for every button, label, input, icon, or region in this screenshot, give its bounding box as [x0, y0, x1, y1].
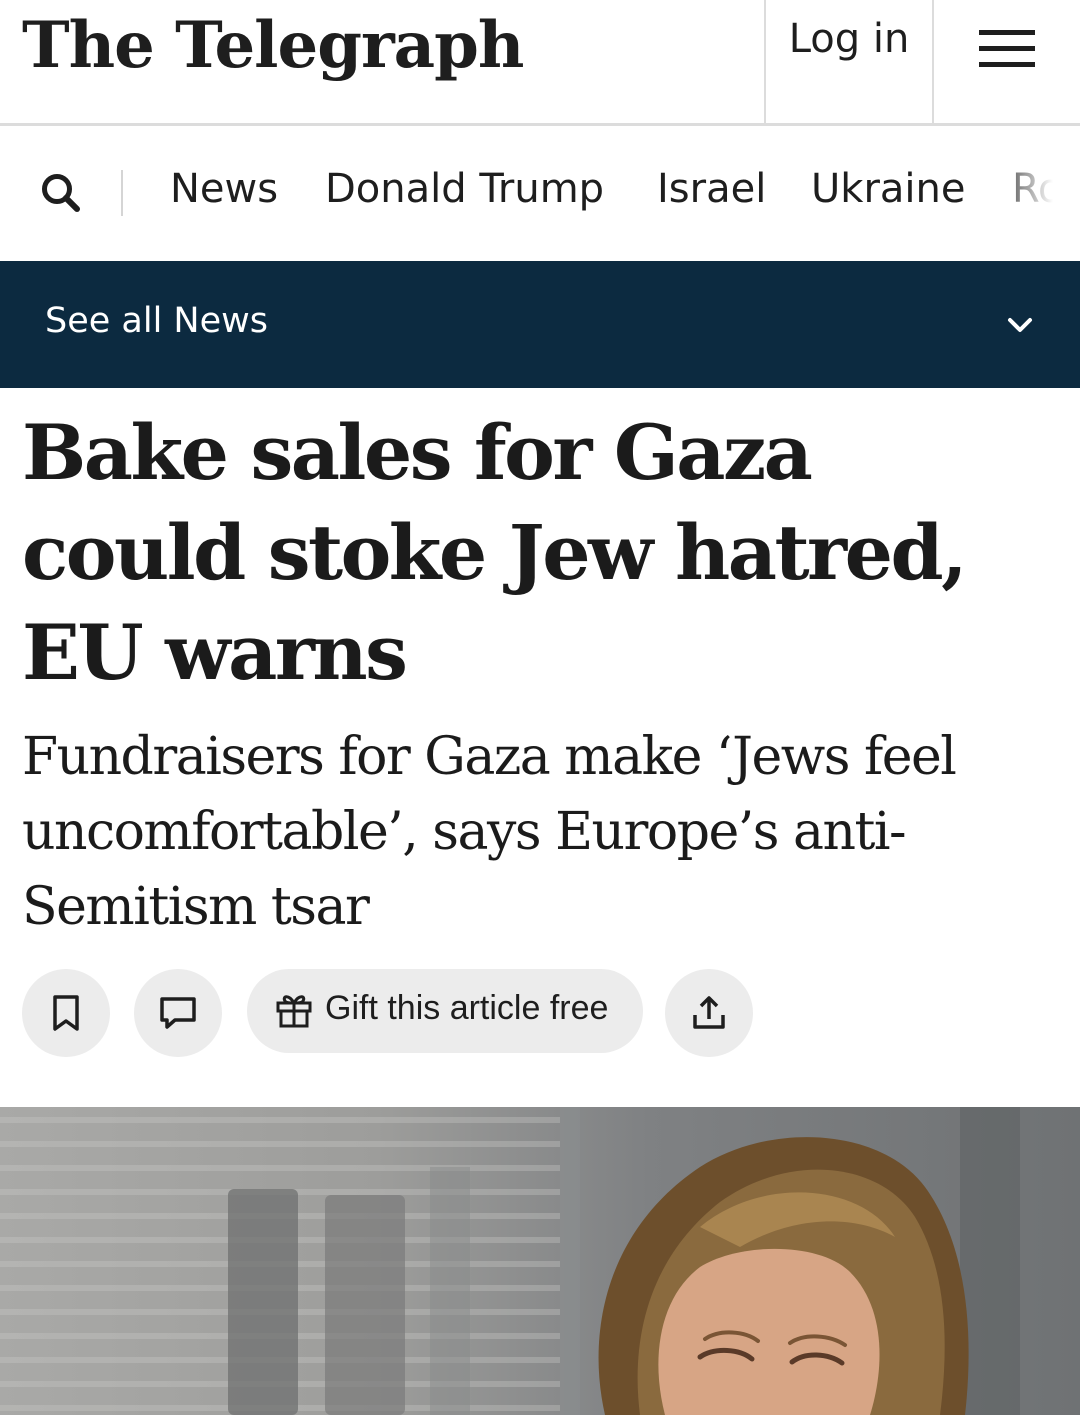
article-standfirst: Fundraisers for Gaza make ‘Jews feel unc… — [22, 727, 957, 937]
masthead: The Telegraph Log in — [0, 0, 1080, 126]
login-button[interactable]: Log in — [766, 16, 932, 62]
nav-item-ukraine[interactable]: Ukraine — [811, 166, 965, 212]
nav-item-overflow[interactable]: Ro — [1012, 166, 1062, 212]
article-photo — [0, 1107, 1080, 1415]
bookmark-icon — [53, 995, 79, 1031]
comment-button[interactable] — [134, 969, 222, 1057]
menu-bar-top — [979, 30, 1035, 35]
article-photo-illustration — [0, 1107, 1020, 1415]
article-headline: Bake sales for Gaza could stoke Jew hatr… — [22, 408, 968, 697]
section-nav: News Donald Trump Israel Ukraine Ro — [0, 126, 1080, 261]
login-cell: Log in — [764, 0, 934, 123]
nav-divider — [121, 170, 123, 216]
menu-bar-middle — [979, 46, 1035, 51]
gift-article-label: Gift this article free — [325, 989, 609, 1027]
gift-article-button[interactable]: Gift this article free — [247, 969, 643, 1053]
nav-item-israel[interactable]: Israel — [657, 166, 766, 212]
chevron-down-icon[interactable] — [1000, 305, 1040, 345]
comment-icon — [160, 997, 196, 1029]
menu-bar-bottom — [979, 62, 1035, 67]
bookmark-button[interactable] — [22, 969, 110, 1057]
see-all-news-bar[interactable]: See all News — [0, 261, 1080, 388]
nav-item-donald-trump[interactable]: Donald Trump — [325, 166, 604, 212]
share-icon — [693, 996, 725, 1029]
gift-icon — [276, 995, 312, 1028]
nav-item-news[interactable]: News — [170, 166, 278, 212]
see-all-news-label: See all News — [45, 301, 269, 341]
telegraph-logo[interactable]: The Telegraph — [22, 0, 524, 96]
share-button[interactable] — [665, 969, 753, 1057]
hamburger-menu-icon[interactable] — [975, 26, 1039, 72]
search-icon[interactable] — [38, 170, 84, 216]
